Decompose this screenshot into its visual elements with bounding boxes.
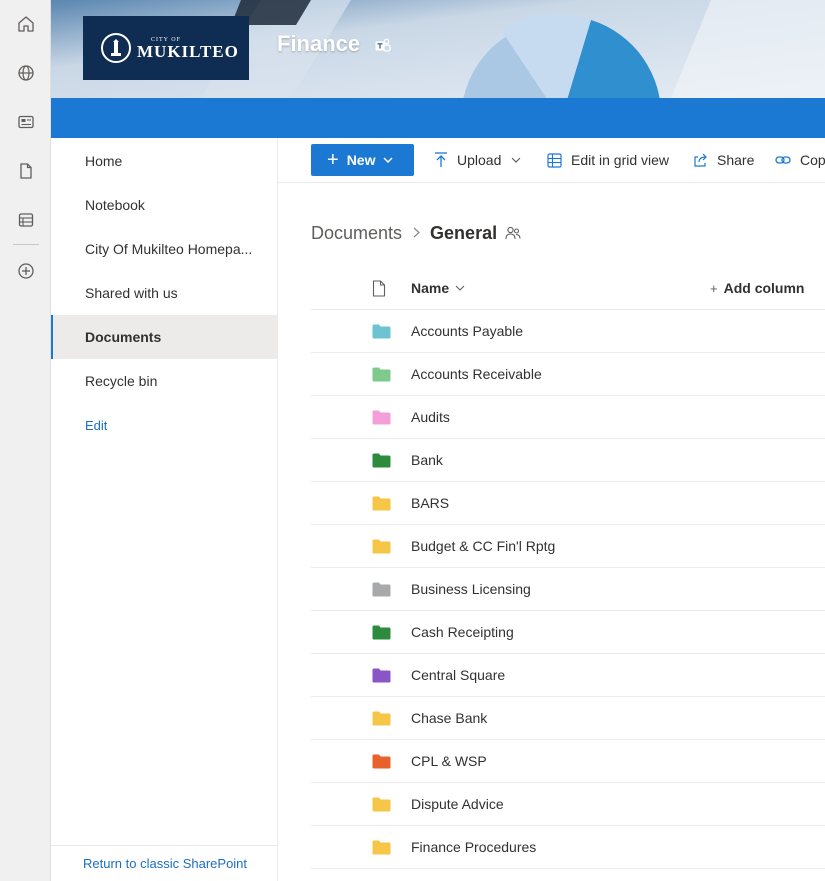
folder-icon xyxy=(372,453,391,468)
folder-icon xyxy=(372,582,391,597)
nav-footer-divider xyxy=(51,845,278,846)
new-button[interactable]: + New xyxy=(311,144,414,176)
nav-edit-link[interactable]: Edit xyxy=(51,403,278,447)
list-item[interactable]: Dispute Advice xyxy=(311,783,825,826)
site-header: CITY OF MUKILTEO Finance xyxy=(51,0,825,98)
folder-name[interactable]: BARS xyxy=(411,495,449,511)
folder-name[interactable]: Business Licensing xyxy=(411,581,531,597)
breadcrumb-documents[interactable]: Documents xyxy=(311,223,402,244)
chevron-down-icon xyxy=(511,157,521,163)
list-item[interactable]: Cash Receipting xyxy=(311,611,825,654)
folder-icon xyxy=(372,496,391,511)
copy-link-button[interactable]: Cop xyxy=(775,144,825,176)
folder-icon xyxy=(372,410,391,425)
chevron-right-icon xyxy=(413,225,420,241)
list-item[interactable]: Bank xyxy=(311,439,825,482)
command-bar: + New Upload Edit in grid view Share Cop xyxy=(278,138,825,183)
folder-name[interactable]: Finance Procedures xyxy=(411,839,536,855)
nav-item-home[interactable]: Home xyxy=(51,139,278,183)
folder-name[interactable]: CPL & WSP xyxy=(411,753,487,769)
list-item[interactable]: Accounts Payable xyxy=(311,310,825,353)
edit-in-grid-view-label: Edit in grid view xyxy=(571,152,670,168)
upload-icon xyxy=(435,152,447,167)
document-icon[interactable] xyxy=(14,159,38,183)
upload-button[interactable]: Upload xyxy=(434,144,521,176)
folder-name[interactable]: Audits xyxy=(411,409,450,425)
list-item[interactable]: Finance Procedures xyxy=(311,826,825,869)
list-item[interactable]: Audits xyxy=(311,396,825,439)
folder-icon xyxy=(372,668,391,683)
home-icon[interactable] xyxy=(14,12,38,36)
left-navigation: Home Notebook City Of Mukilteo Homepa...… xyxy=(51,138,278,881)
folder-icon xyxy=(372,625,391,640)
folder-name[interactable]: Chase Bank xyxy=(411,710,487,726)
folder-icon xyxy=(372,797,391,812)
share-icon xyxy=(694,153,707,167)
chevron-down-icon xyxy=(455,285,465,291)
breadcrumb: Documents General xyxy=(311,219,521,247)
list-header: Name + Add column xyxy=(311,267,825,310)
edit-in-grid-view-button[interactable]: Edit in grid view xyxy=(547,144,669,176)
list-item[interactable]: Business Licensing xyxy=(311,568,825,611)
name-column-header[interactable]: Name xyxy=(411,280,465,296)
nav-item-shared-with-us[interactable]: Shared with us xyxy=(51,271,278,315)
list-item[interactable]: Accounts Receivable xyxy=(311,353,825,396)
folder-name[interactable]: Bank xyxy=(411,452,443,468)
list-item[interactable]: Chase Bank xyxy=(311,697,825,740)
upload-label: Upload xyxy=(457,152,502,168)
share-button[interactable]: Share xyxy=(693,144,754,176)
list-icon[interactable] xyxy=(14,208,38,232)
file-type-icon[interactable] xyxy=(372,280,386,297)
add-column-button[interactable]: + Add column xyxy=(710,280,804,296)
lighthouse-seal-icon xyxy=(101,33,131,63)
copy-link-label: Cop xyxy=(800,152,825,168)
folder-icon xyxy=(372,539,391,554)
add-circle-icon[interactable] xyxy=(14,259,38,283)
nav-item-city-homepage[interactable]: City Of Mukilteo Homepa... xyxy=(51,227,278,271)
folder-name[interactable]: Budget & CC Fin'l Rptg xyxy=(411,538,555,554)
list-item[interactable]: Central Square xyxy=(311,654,825,697)
list-item[interactable]: BARS xyxy=(311,482,825,525)
nav-item-notebook[interactable]: Notebook xyxy=(51,183,278,227)
folder-icon xyxy=(372,840,391,855)
list-item[interactable]: Budget & CC Fin'l Rptg xyxy=(311,525,825,568)
share-label: Share xyxy=(717,152,755,168)
sharepoint-window: CITY OF MUKILTEO Finance Home Notebook C… xyxy=(0,0,825,881)
globe-icon[interactable] xyxy=(14,61,38,85)
site-logo[interactable]: CITY OF MUKILTEO xyxy=(83,16,249,80)
teams-icon[interactable] xyxy=(374,37,392,55)
app-bar xyxy=(0,0,51,881)
news-icon[interactable] xyxy=(14,110,38,134)
chevron-down-icon xyxy=(383,157,394,163)
folder-name[interactable]: Cash Receipting xyxy=(411,624,514,640)
folder-name[interactable]: Dispute Advice xyxy=(411,796,504,812)
logo-big-text: MUKILTEO xyxy=(137,41,239,61)
nav-item-documents[interactable]: Documents xyxy=(51,315,278,359)
folder-icon xyxy=(372,711,391,726)
app-bar-divider xyxy=(13,244,39,245)
folder-icon xyxy=(372,324,391,339)
plus-icon: + xyxy=(327,149,339,171)
folder-icon xyxy=(372,754,391,769)
return-to-classic-link[interactable]: Return to classic SharePoint xyxy=(83,856,247,871)
people-icon[interactable] xyxy=(505,226,521,240)
folder-name[interactable]: Accounts Receivable xyxy=(411,366,542,382)
folder-icon xyxy=(372,367,391,382)
breadcrumb-general: General xyxy=(430,222,498,243)
list-item[interactable]: CPL & WSP xyxy=(311,740,825,783)
link-icon xyxy=(775,156,791,164)
site-title[interactable]: Finance xyxy=(277,31,360,57)
new-button-label: New xyxy=(346,152,376,168)
nav-item-recycle-bin[interactable]: Recycle bin xyxy=(51,359,278,403)
plus-icon: + xyxy=(710,280,718,296)
folder-name[interactable]: Accounts Payable xyxy=(411,323,523,339)
folder-name[interactable]: Central Square xyxy=(411,667,505,683)
grid-icon xyxy=(547,152,562,168)
hub-navigation-bar xyxy=(51,98,825,138)
